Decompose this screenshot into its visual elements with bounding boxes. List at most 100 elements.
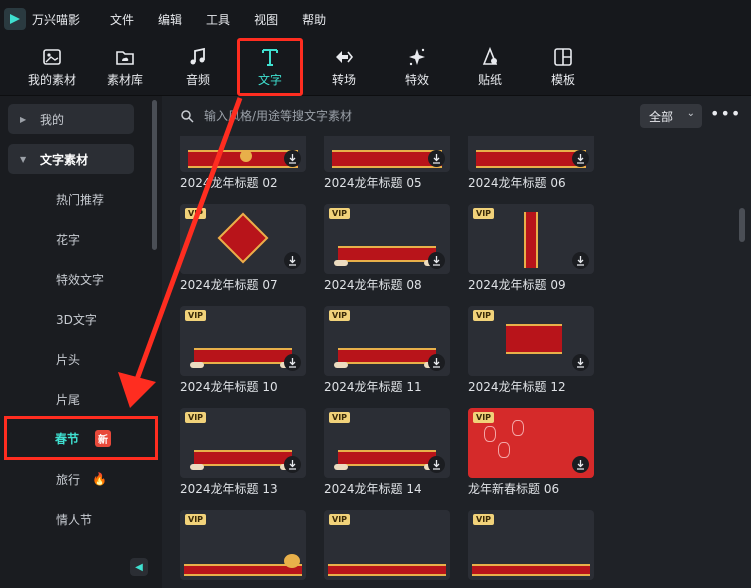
- asset-card[interactable]: VIP 2024龙年标题 09: [468, 204, 594, 296]
- sidebar-item-travel[interactable]: 旅行 🔥: [0, 464, 150, 494]
- sidebar-group-mine[interactable]: ▶ 我的: [8, 104, 134, 134]
- tool-library[interactable]: 素材库: [90, 38, 160, 96]
- asset-card[interactable]: 2024龙年标题 02: [180, 136, 306, 194]
- asset-thumbnail[interactable]: [324, 136, 450, 172]
- asset-thumbnail[interactable]: VIP: [468, 204, 594, 274]
- download-icon[interactable]: [428, 456, 445, 473]
- asset-card[interactable]: VIP 2024龙年标题 11: [324, 306, 450, 398]
- tool-effects[interactable]: 特效: [382, 38, 452, 96]
- menu-view[interactable]: 视图: [254, 11, 278, 28]
- sidebar-item-3d-text[interactable]: 3D文字: [0, 304, 150, 334]
- sidebar-item-effect-text[interactable]: 特效文字: [0, 264, 150, 294]
- more-options-icon[interactable]: •••: [710, 104, 741, 123]
- asset-title: 2024龙年标题 09: [468, 278, 566, 292]
- vip-badge: VIP: [185, 310, 207, 321]
- asset-title: 2024龙年标题 11: [324, 380, 422, 394]
- new-badge: 新: [95, 429, 112, 447]
- asset-thumbnail[interactable]: VIP: [468, 306, 594, 376]
- menu-file[interactable]: 文件: [110, 11, 134, 28]
- sidebar-item-label: 片头: [56, 352, 81, 367]
- sidebar-item-label: 特效文字: [56, 272, 105, 287]
- tool-audio[interactable]: 音频: [163, 38, 233, 96]
- sidebar-item-spring-festival[interactable]: 春节 新: [4, 416, 158, 460]
- asset-card[interactable]: VIP: [180, 510, 306, 588]
- asset-thumbnail[interactable]: VIP: [180, 510, 306, 580]
- sidebar-item-ending[interactable]: 片尾: [0, 384, 150, 414]
- asset-thumbnail[interactable]: VIP: [324, 204, 450, 274]
- download-icon[interactable]: [572, 252, 589, 269]
- download-icon[interactable]: [572, 456, 589, 473]
- asset-title: 2024龙年标题 14: [324, 482, 422, 496]
- tool-text[interactable]: 文字: [237, 38, 303, 96]
- sidebar-item-label: 花字: [56, 232, 81, 247]
- asset-card[interactable]: 2024龙年标题 06: [468, 136, 594, 194]
- sidebar-scrollbar[interactable]: [152, 100, 157, 250]
- asset-card[interactable]: VIP 2024龙年标题 07: [180, 204, 306, 296]
- vip-badge: VIP: [185, 514, 207, 525]
- search-input[interactable]: [204, 109, 604, 123]
- tool-label: 音频: [185, 73, 210, 87]
- tool-transition[interactable]: 转场: [309, 38, 379, 96]
- grid-scrollbar[interactable]: [739, 208, 745, 242]
- asset-thumbnail[interactable]: VIP: [324, 510, 450, 580]
- vip-badge: VIP: [329, 310, 351, 321]
- vip-badge: VIP: [329, 208, 351, 219]
- sidebar-item-valentines[interactable]: 情人节: [0, 504, 150, 534]
- menu-edit[interactable]: 编辑: [158, 11, 182, 28]
- menu-bar: 万兴喵影 文件 编辑 工具 视图 帮助: [0, 0, 751, 38]
- asset-thumbnail[interactable]: VIP: [180, 306, 306, 376]
- asset-thumbnail[interactable]: VIP: [180, 204, 306, 274]
- vip-badge: VIP: [329, 412, 351, 423]
- asset-card[interactable]: VIP: [324, 510, 450, 588]
- filter-dropdown[interactable]: 全部 ⌄: [640, 104, 702, 128]
- tool-templates[interactable]: 模板: [528, 38, 598, 96]
- asset-card[interactable]: VIP 2024龙年标题 10: [180, 306, 306, 398]
- sidebar-item-fancy-text[interactable]: 花字: [0, 224, 150, 254]
- asset-thumbnail[interactable]: [468, 136, 594, 172]
- text-icon: [262, 49, 278, 66]
- download-icon[interactable]: [284, 354, 301, 371]
- download-icon[interactable]: [428, 354, 445, 371]
- asset-card[interactable]: VIP 2024龙年标题 08: [324, 204, 450, 296]
- asset-thumbnail[interactable]: VIP: [324, 408, 450, 478]
- asset-card[interactable]: VIP 2024龙年标题 14: [324, 408, 450, 500]
- search-bar: 全部 ⌄ •••: [162, 96, 751, 136]
- music-icon: [190, 47, 205, 65]
- download-icon[interactable]: [572, 354, 589, 371]
- category-sidebar: ▶ 我的 ▼ 文字素材 热门推荐 花字 特效文字 3D文字 片头 片尾 春节 新…: [0, 96, 162, 588]
- sticker-icon: [482, 46, 498, 65]
- download-icon[interactable]: [284, 456, 301, 473]
- sidebar-item-popular[interactable]: 热门推荐: [0, 184, 150, 214]
- asset-thumbnail[interactable]: VIP: [468, 510, 594, 580]
- asset-thumbnail[interactable]: [180, 136, 306, 172]
- filter-value: 全部: [649, 109, 674, 124]
- asset-card[interactable]: 2024龙年标题 05: [324, 136, 450, 194]
- collapse-sidebar-button[interactable]: ◀: [130, 558, 148, 576]
- menu-tools[interactable]: 工具: [206, 11, 230, 28]
- asset-thumbnail[interactable]: VIP: [180, 408, 306, 478]
- tool-label: 素材库: [106, 73, 143, 87]
- sidebar-item-opener[interactable]: 片头: [0, 344, 150, 374]
- tool-stickers[interactable]: 贴纸: [455, 38, 525, 96]
- text-asset-grid: 2024龙年标题 02 2024龙年标题 05 2024龙年标题 06 VIP 2024…: [162, 136, 737, 588]
- download-icon[interactable]: [284, 150, 301, 167]
- download-icon[interactable]: [284, 252, 301, 269]
- asset-card[interactable]: VIP: [468, 510, 594, 588]
- asset-title: 2024龙年标题 06: [468, 176, 566, 190]
- asset-thumbnail[interactable]: VIP: [324, 306, 450, 376]
- asset-card[interactable]: VIP 2024龙年标题 13: [180, 408, 306, 500]
- sidebar-group-label: 我的: [40, 112, 65, 127]
- sidebar-item-label: 片尾: [56, 392, 81, 407]
- asset-card[interactable]: VIP 2024龙年标题 12: [468, 306, 594, 398]
- asset-card[interactable]: VIP 龙年新春标题 06: [468, 408, 594, 500]
- download-icon[interactable]: [572, 150, 589, 167]
- asset-thumbnail[interactable]: VIP: [468, 408, 594, 478]
- asset-title: 2024龙年标题 12: [468, 380, 566, 394]
- download-icon[interactable]: [428, 150, 445, 167]
- tool-my-media[interactable]: 我的素材: [17, 38, 87, 96]
- sidebar-group-text-assets[interactable]: ▼ 文字素材: [8, 144, 134, 174]
- menu-help[interactable]: 帮助: [302, 11, 326, 28]
- vip-badge: VIP: [473, 412, 495, 423]
- tool-label: 文字: [257, 73, 282, 87]
- download-icon[interactable]: [428, 252, 445, 269]
